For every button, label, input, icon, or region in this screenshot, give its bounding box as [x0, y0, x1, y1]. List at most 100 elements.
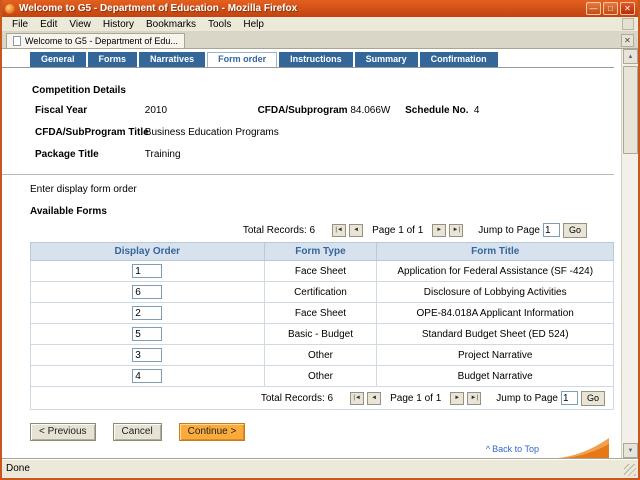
status-text: Done: [6, 463, 30, 474]
display-order-input-3[interactable]: [132, 306, 162, 320]
form-type-cell: Basic - Budget: [264, 324, 377, 345]
pagination-bottom: Total Records: 6 |◄ ◄ Page 1 of 1 ► ►| J…: [31, 391, 605, 406]
total-records-label: Total Records: 6: [243, 225, 315, 236]
jump-to-page-input[interactable]: [561, 391, 578, 405]
fiscal-year-value: 2010: [145, 105, 255, 116]
throbber-icon: [622, 18, 634, 30]
form-title-cell: OPE-84.018A Applicant Information: [377, 303, 614, 324]
page-content: General Forms Narratives Form order Inst…: [2, 49, 621, 458]
detail-row-package: Package Title Training: [35, 149, 621, 162]
prev-page-icon[interactable]: ◄: [367, 392, 381, 405]
tab-instructions[interactable]: Instructions: [279, 52, 353, 67]
resize-grip[interactable]: [624, 464, 636, 476]
firefox-icon: [5, 4, 15, 14]
menu-view[interactable]: View: [63, 19, 97, 30]
next-page-icon[interactable]: ►: [432, 224, 446, 237]
minimize-button[interactable]: —: [586, 2, 601, 15]
menu-bookmarks[interactable]: Bookmarks: [140, 19, 202, 30]
scroll-down-icon[interactable]: ▼: [623, 443, 638, 458]
cfda-title-value: Business Education Programs: [145, 127, 279, 138]
header-form-title: Form Title: [377, 243, 614, 261]
tab-confirmation[interactable]: Confirmation: [420, 52, 498, 67]
menu-history[interactable]: History: [97, 19, 140, 30]
browser-tabstrip: Welcome to G5 - Department of Edu... ✕: [2, 32, 638, 49]
schedule-label: Schedule No.: [405, 105, 471, 116]
table-row: Basic - Budget Standard Budget Sheet (ED…: [31, 324, 614, 345]
action-buttons: < Previous Cancel Continue >: [30, 423, 621, 441]
page-viewport: General Forms Narratives Form order Inst…: [2, 49, 638, 458]
scroll-up-icon[interactable]: ▲: [623, 49, 638, 64]
form-type-cell: Other: [264, 366, 377, 387]
form-title-cell: Project Narrative: [377, 345, 614, 366]
tab-narratives[interactable]: Narratives: [139, 52, 205, 67]
form-order-instruction: Enter display form order: [30, 184, 621, 195]
jump-to-page-label: Jump to Page: [478, 225, 540, 236]
competition-details-heading: Competition Details: [32, 85, 621, 96]
cfda-value: 84.066W: [350, 105, 402, 116]
menu-file[interactable]: File: [6, 19, 34, 30]
header-display-order: Display Order: [31, 243, 265, 261]
display-order-input-4[interactable]: [132, 327, 162, 341]
browser-tab[interactable]: Welcome to G5 - Department of Edu...: [6, 33, 185, 48]
section-tabs: General Forms Narratives Form order Inst…: [2, 49, 621, 67]
cfda-title-label: CFDA/SubProgram Title: [35, 127, 142, 138]
display-order-input-6[interactable]: [132, 369, 162, 383]
display-order-input-1[interactable]: [132, 264, 162, 278]
menu-help[interactable]: Help: [237, 19, 270, 30]
display-order-input-5[interactable]: [132, 348, 162, 362]
logo-swoosh: [557, 436, 609, 458]
previous-button[interactable]: < Previous: [30, 423, 96, 441]
tab-summary[interactable]: Summary: [355, 52, 418, 67]
table-row: Certification Disclosure of Lobbying Act…: [31, 282, 614, 303]
next-page-icon[interactable]: ►: [450, 392, 464, 405]
menu-tools[interactable]: Tools: [202, 19, 237, 30]
available-forms-label: Available Forms: [30, 206, 621, 217]
back-to-top-link[interactable]: ^Back to Top: [486, 444, 539, 454]
header-form-type: Form Type: [264, 243, 377, 261]
fiscal-year-label: Fiscal Year: [35, 105, 142, 116]
menu-edit[interactable]: Edit: [34, 19, 63, 30]
scrollbar-thumb[interactable]: [623, 66, 638, 154]
first-page-icon[interactable]: |◄: [332, 224, 346, 237]
tab-general[interactable]: General: [30, 52, 86, 67]
table-row: Face Sheet OPE-84.018A Applicant Informa…: [31, 303, 614, 324]
form-type-cell: Other: [264, 345, 377, 366]
form-title-cell: Standard Budget Sheet (ED 524): [377, 324, 614, 345]
page-icon: [13, 36, 21, 46]
menubar: File Edit View History Bookmarks Tools H…: [2, 17, 638, 32]
vertical-scrollbar[interactable]: ▲ ▼: [621, 49, 638, 458]
pagination-top: Total Records: 6 |◄ ◄ Page 1 of 1 ► ►| J…: [2, 221, 621, 239]
detail-row-cfda-title: CFDA/SubProgram Title Business Education…: [35, 127, 621, 140]
prev-page-icon[interactable]: ◄: [349, 224, 363, 237]
last-page-icon[interactable]: ►|: [449, 224, 463, 237]
section-divider: [2, 174, 614, 175]
go-button[interactable]: Go: [563, 223, 587, 238]
maximize-button[interactable]: □: [603, 2, 618, 15]
cancel-button[interactable]: Cancel: [113, 423, 162, 441]
table-row: Other Project Narrative: [31, 345, 614, 366]
tab-close-icon[interactable]: ✕: [621, 34, 634, 47]
go-button[interactable]: Go: [581, 391, 605, 406]
form-type-cell: Face Sheet: [264, 261, 377, 282]
tab-form-order[interactable]: Form order: [207, 52, 277, 67]
tab-forms[interactable]: Forms: [88, 52, 138, 67]
first-page-icon[interactable]: |◄: [350, 392, 364, 405]
continue-button[interactable]: Continue >: [179, 423, 246, 441]
package-title-value: Training: [145, 149, 181, 160]
statusbar: Done: [2, 458, 638, 478]
jump-to-page-input[interactable]: [543, 223, 560, 237]
browser-tab-label: Welcome to G5 - Department of Edu...: [25, 36, 178, 46]
schedule-value: 4: [474, 105, 480, 116]
package-title-label: Package Title: [35, 149, 142, 160]
jump-to-page-label: Jump to Page: [496, 393, 558, 404]
table-header-row: Display Order Form Type Form Title: [31, 243, 614, 261]
last-page-icon[interactable]: ►|: [467, 392, 481, 405]
titlebar: Welcome to G5 - Department of Education …: [2, 0, 638, 17]
table-footer-row: Total Records: 6 |◄ ◄ Page 1 of 1 ► ►| J…: [31, 387, 614, 410]
close-button[interactable]: ✕: [620, 2, 635, 15]
form-type-cell: Certification: [264, 282, 377, 303]
page-indicator: Page 1 of 1: [390, 393, 441, 404]
form-title-cell: Disclosure of Lobbying Activities: [377, 282, 614, 303]
display-order-input-2[interactable]: [132, 285, 162, 299]
table-row: Face Sheet Application for Federal Assis…: [31, 261, 614, 282]
